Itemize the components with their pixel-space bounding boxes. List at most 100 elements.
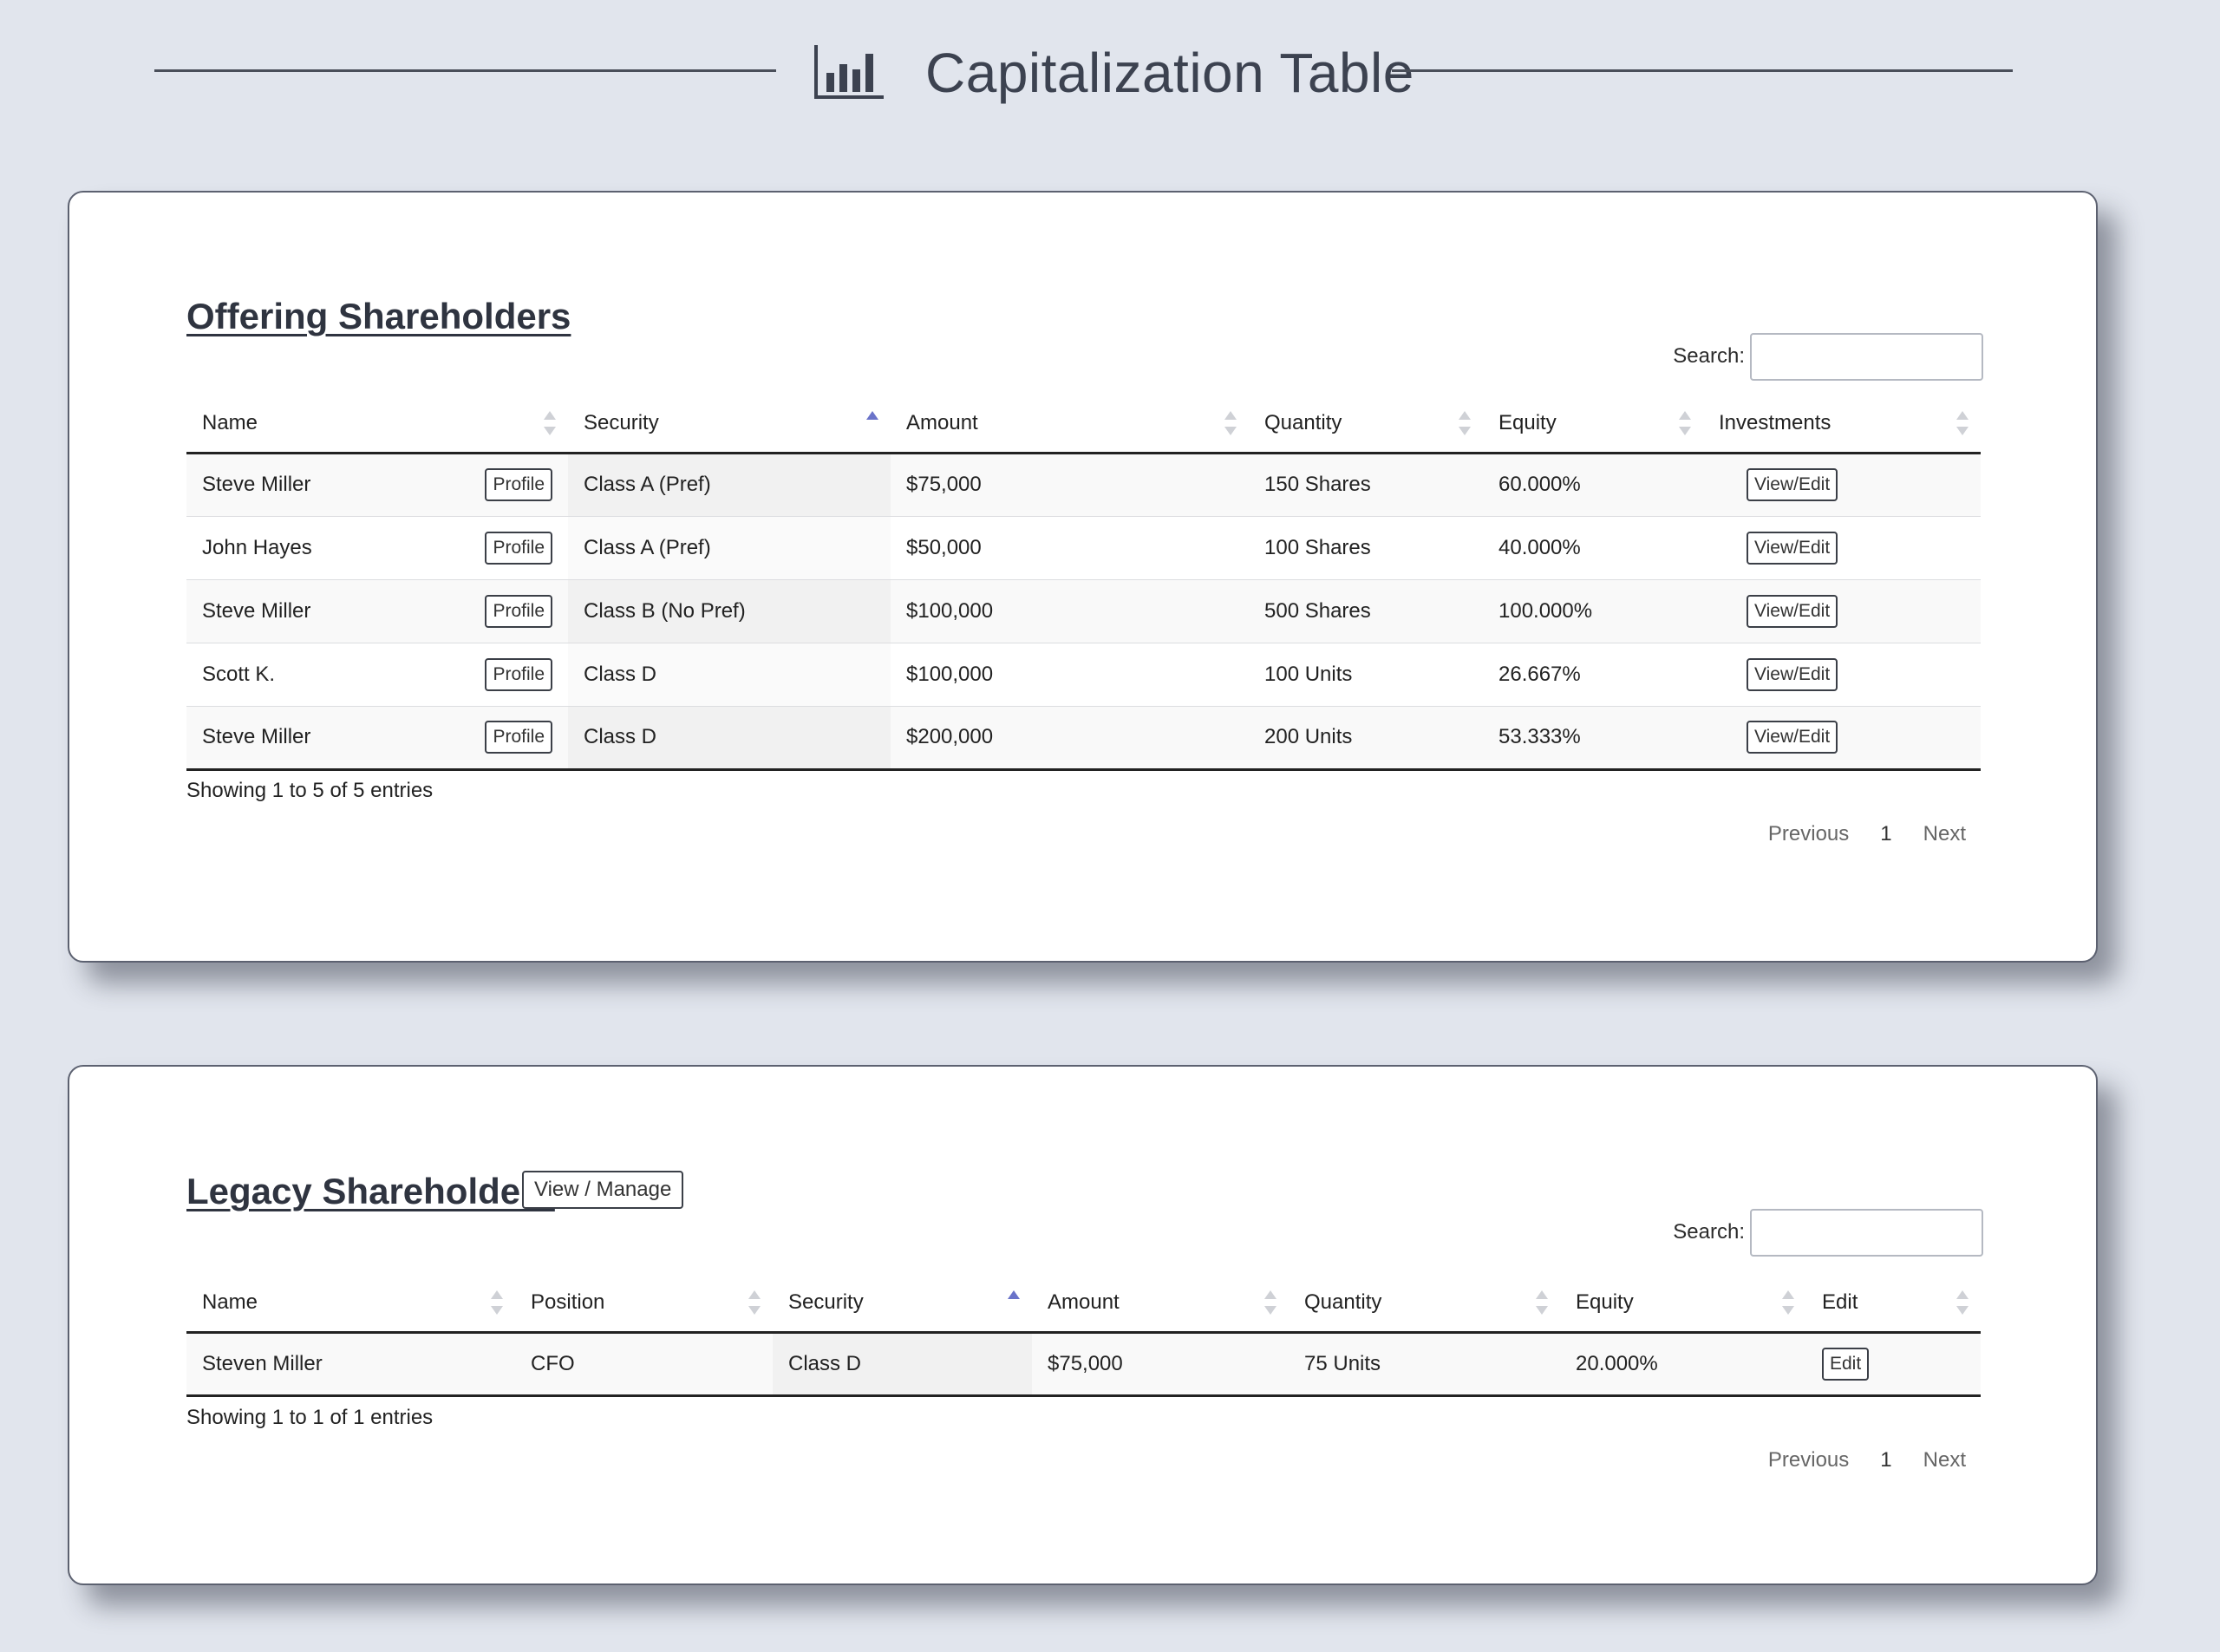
profile-button[interactable]: Profile bbox=[485, 721, 552, 754]
column-header-equity[interactable]: Equity bbox=[1483, 395, 1703, 454]
legacy-search: Search: bbox=[1673, 1208, 1983, 1257]
column-header-position[interactable]: Position bbox=[515, 1275, 773, 1334]
view-edit-button[interactable]: View/Edit bbox=[1747, 657, 1838, 691]
view-manage-button[interactable]: View / Manage bbox=[522, 1171, 684, 1209]
view-edit-button[interactable]: View/Edit bbox=[1747, 594, 1838, 628]
header-divider-left bbox=[154, 69, 776, 72]
quantity-cell: 100 Shares bbox=[1249, 516, 1483, 580]
edit-button[interactable]: Edit bbox=[1822, 1347, 1870, 1381]
header-divider-right bbox=[1392, 69, 2013, 72]
page-1-button[interactable]: 1 bbox=[1880, 822, 1891, 846]
sort-icon bbox=[1679, 411, 1691, 436]
offering-table: Name Security Amount Quantity Equity Inv… bbox=[186, 395, 1981, 771]
table-row: Steven Miller CFO Class D $75,000 75 Uni… bbox=[186, 1332, 1981, 1397]
shareholder-name: Scott K. bbox=[202, 662, 276, 686]
quantity-cell: 200 Units bbox=[1249, 706, 1483, 771]
legacy-shareholders-card: Legacy Shareholders View / Manage Search… bbox=[68, 1065, 2098, 1585]
table-row: Steve Miller Profile Class A (Pref) $75,0… bbox=[186, 453, 1981, 517]
amount-cell: $50,000 bbox=[891, 516, 1249, 580]
table-row: Scott K. Profile Class D $100,000 100 Uni… bbox=[186, 643, 1981, 707]
bar-chart-icon bbox=[814, 45, 884, 99]
sort-icon bbox=[544, 411, 556, 436]
column-header-amount[interactable]: Amount bbox=[891, 395, 1249, 454]
shareholder-name: Steve Miller bbox=[202, 598, 311, 623]
amount-cell: $75,000 bbox=[891, 453, 1249, 517]
security-cell: Class A (Pref) bbox=[568, 453, 891, 517]
column-header-edit[interactable]: Edit bbox=[1806, 1275, 1981, 1334]
profile-button[interactable]: Profile bbox=[485, 657, 552, 691]
offering-header-row: Name Security Amount Quantity Equity Inv… bbox=[186, 395, 1981, 454]
sort-icon bbox=[1956, 1290, 1969, 1316]
quantity-cell: 75 Units bbox=[1289, 1332, 1560, 1397]
legacy-header-row: Name Position Security Amount Quantity E… bbox=[186, 1275, 1981, 1334]
equity-cell: 60.000% bbox=[1483, 453, 1703, 517]
offering-search: Search: bbox=[1673, 332, 1983, 381]
table-row: Steve Miller Profile Class D $200,000 200… bbox=[186, 706, 1981, 771]
column-header-quantity[interactable]: Quantity bbox=[1249, 395, 1483, 454]
sort-icon bbox=[1224, 411, 1237, 436]
offering-shareholders-card: Offering Shareholders Search: Name Secur… bbox=[68, 191, 2098, 963]
sort-icon bbox=[1782, 1290, 1794, 1316]
offering-section-title[interactable]: Offering Shareholders bbox=[186, 293, 571, 340]
page-1-button[interactable]: 1 bbox=[1880, 1448, 1891, 1472]
offering-entries-info: Showing 1 to 5 of 5 entries bbox=[186, 779, 434, 802]
sort-icon bbox=[491, 1290, 503, 1316]
previous-page-button[interactable]: Previous bbox=[1768, 822, 1849, 846]
view-edit-button[interactable]: View/Edit bbox=[1747, 531, 1838, 565]
column-header-security[interactable]: Security bbox=[773, 1275, 1032, 1334]
offering-pagination: Previous 1 Next bbox=[1768, 822, 1966, 846]
equity-cell: 26.667% bbox=[1483, 643, 1703, 707]
view-edit-button[interactable]: View/Edit bbox=[1747, 721, 1838, 754]
sort-icon bbox=[748, 1290, 761, 1316]
profile-button[interactable]: Profile bbox=[485, 531, 552, 565]
column-header-name[interactable]: Name bbox=[186, 395, 568, 454]
column-header-name[interactable]: Name bbox=[186, 1275, 515, 1334]
table-row: John Hayes Profile Class A (Pref) $50,000… bbox=[186, 516, 1981, 580]
sort-ascending-icon bbox=[866, 411, 878, 435]
amount-cell: $200,000 bbox=[891, 706, 1249, 771]
view-edit-button[interactable]: View/Edit bbox=[1747, 468, 1838, 501]
amount-cell: $100,000 bbox=[891, 643, 1249, 707]
legacy-search-label: Search: bbox=[1673, 1220, 1745, 1244]
equity-cell: 20.000% bbox=[1560, 1332, 1806, 1397]
next-page-button[interactable]: Next bbox=[1923, 1448, 1966, 1472]
sort-icon bbox=[1536, 1290, 1548, 1316]
quantity-cell: 500 Shares bbox=[1249, 579, 1483, 643]
legacy-entries-info: Showing 1 to 1 of 1 entries bbox=[186, 1406, 434, 1429]
equity-cell: 53.333% bbox=[1483, 706, 1703, 771]
next-page-button[interactable]: Next bbox=[1923, 822, 1966, 846]
table-row: Steve Miller Profile Class B (No Pref) $1… bbox=[186, 579, 1981, 643]
sort-icon bbox=[1956, 411, 1969, 436]
shareholder-name: Steve Miller bbox=[202, 473, 311, 496]
profile-button[interactable]: Profile bbox=[485, 594, 552, 628]
quantity-cell: 100 Units bbox=[1249, 643, 1483, 707]
sort-ascending-icon bbox=[1008, 1290, 1020, 1315]
amount-cell: $100,000 bbox=[891, 579, 1249, 643]
security-cell: Class B (No Pref) bbox=[568, 579, 891, 643]
column-header-investments[interactable]: Investments bbox=[1703, 395, 1981, 454]
legacy-table: Name Position Security Amount Quantity E… bbox=[186, 1275, 1981, 1397]
previous-page-button[interactable]: Previous bbox=[1768, 1448, 1849, 1472]
column-header-amount[interactable]: Amount bbox=[1032, 1275, 1289, 1334]
column-header-quantity[interactable]: Quantity bbox=[1289, 1275, 1560, 1334]
legacy-section-title[interactable]: Legacy Shareholders bbox=[186, 1168, 555, 1215]
position-cell: CFO bbox=[515, 1332, 773, 1397]
column-header-equity[interactable]: Equity bbox=[1560, 1275, 1806, 1334]
page-header: Capitalization Table bbox=[0, 0, 2220, 147]
amount-cell: $75,000 bbox=[1032, 1332, 1289, 1397]
quantity-cell: 150 Shares bbox=[1249, 453, 1483, 517]
shareholder-name: Steven Miller bbox=[186, 1332, 515, 1397]
security-cell: Class A (Pref) bbox=[568, 516, 891, 580]
security-cell: Class D bbox=[568, 706, 891, 771]
security-cell: Class D bbox=[568, 643, 891, 707]
equity-cell: 40.000% bbox=[1483, 516, 1703, 580]
equity-cell: 100.000% bbox=[1483, 579, 1703, 643]
offering-search-input[interactable] bbox=[1750, 332, 1983, 381]
shareholder-name: Steve Miller bbox=[202, 725, 311, 748]
page-title: Capitalization Table bbox=[925, 42, 1414, 104]
shareholder-name: John Hayes bbox=[202, 535, 312, 559]
profile-button[interactable]: Profile bbox=[485, 468, 552, 501]
legacy-search-input[interactable] bbox=[1750, 1208, 1983, 1257]
sort-icon bbox=[1264, 1290, 1276, 1316]
column-header-security[interactable]: Security bbox=[568, 395, 891, 454]
